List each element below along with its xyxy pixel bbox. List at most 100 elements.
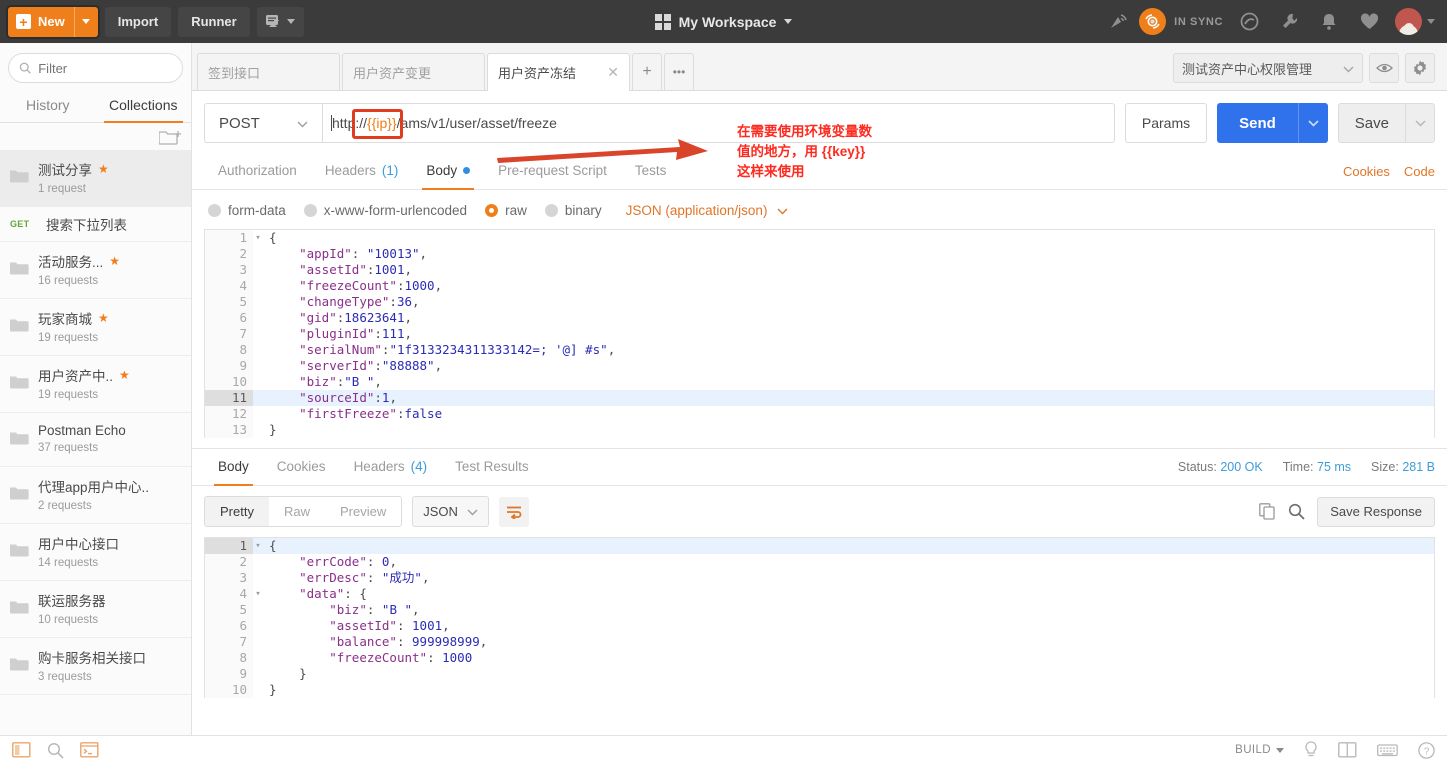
filter-input[interactable]	[38, 60, 172, 76]
response-body-line[interactable]: 9 }	[205, 666, 1434, 682]
request-body-editor[interactable]: 1 ▾{2 "appId": "10013", 3 "assetId":1001, 4…	[204, 229, 1435, 438]
body-type-raw[interactable]: raw	[485, 203, 527, 218]
fold-toggle-icon[interactable]: ▾	[253, 586, 263, 602]
copy-button[interactable]	[1259, 503, 1276, 520]
response-tab-test-results[interactable]: Test Results	[441, 449, 543, 485]
help-button[interactable]: ?	[1418, 741, 1435, 759]
method-selector[interactable]: POST	[204, 103, 322, 143]
workspace-selector[interactable]: My Workspace	[599, 13, 849, 30]
response-body-line[interactable]: 5 "biz": "B ",	[205, 602, 1434, 618]
interceptor-icon[interactable]	[1229, 0, 1269, 43]
request-body-line[interactable]: 10 "biz":"B ",	[205, 374, 1434, 390]
sidebar-toggle-button[interactable]	[12, 742, 31, 758]
new-window-button[interactable]: +	[256, 6, 304, 37]
response-tab-headers[interactable]: Headers (4)	[340, 449, 442, 485]
new-folder-icon[interactable]	[159, 129, 181, 146]
request-body-line[interactable]: 7 "pluginId":111,	[205, 326, 1434, 342]
request-body-line[interactable]: 3 "assetId":1001,	[205, 262, 1434, 278]
response-body-line[interactable]: 8 "freezeCount": 1000	[205, 650, 1434, 666]
word-wrap-button[interactable]	[498, 496, 529, 527]
collection-request-item[interactable]: GET 搜索下拉列表	[0, 207, 191, 242]
request-body-line[interactable]: 4 "freezeCount":1000,	[205, 278, 1434, 294]
params-button[interactable]: Params	[1124, 103, 1208, 143]
find-button[interactable]	[1288, 503, 1305, 520]
fold-toggle-icon[interactable]: ▾	[253, 230, 263, 246]
collection-item[interactable]: 代理app用户中心.. 2 requests	[0, 467, 191, 524]
tab-headers[interactable]: Headers (1)	[311, 153, 413, 189]
environment-settings-button[interactable]	[1405, 53, 1435, 83]
import-button[interactable]: Import	[104, 6, 172, 37]
filter-box[interactable]	[8, 53, 183, 83]
build-mode-selector[interactable]: BUILD	[1235, 744, 1284, 756]
request-body-line[interactable]: 12 "firstFreeze":false	[205, 406, 1434, 422]
sidebar-tab-history[interactable]: History	[0, 91, 96, 122]
environment-quick-look-button[interactable]	[1369, 53, 1399, 83]
response-body-line[interactable]: 2 "errCode": 0,	[205, 554, 1434, 570]
collection-item[interactable]: 用户资产中.. ★ 19 requests	[0, 356, 191, 413]
collection-item[interactable]: 测试分享 ★ 1 request	[0, 150, 191, 207]
response-body-line[interactable]: 7 "balance": 999998999,	[205, 634, 1434, 650]
user-menu[interactable]	[1395, 8, 1435, 35]
sync-status[interactable]: IN SYNC	[1139, 0, 1229, 43]
sidebar-tab-collections[interactable]: Collections	[96, 91, 192, 123]
cookies-link[interactable]: Cookies	[1343, 164, 1390, 179]
code-link[interactable]: Code	[1404, 164, 1435, 179]
response-body-line[interactable]: 6 "assetId": 1001,	[205, 618, 1434, 634]
wrench-icon[interactable]	[1269, 0, 1309, 43]
tab-tests[interactable]: Tests	[621, 153, 681, 189]
request-body-line[interactable]: 9 "serverId":"88888",	[205, 358, 1434, 374]
collection-item[interactable]: Postman Echo 37 requests	[0, 413, 191, 467]
console-button[interactable]	[80, 742, 99, 758]
collection-item[interactable]: 购卡服务相关接口 3 requests	[0, 638, 191, 695]
request-body-line[interactable]: 2 "appId": "10013",	[205, 246, 1434, 262]
fold-toggle-icon[interactable]: ▾	[253, 538, 263, 554]
response-tab-body[interactable]: Body	[204, 449, 263, 486]
send-button[interactable]: Send	[1217, 103, 1298, 143]
send-options-button[interactable]	[1297, 103, 1328, 143]
collection-item[interactable]: 联运服务器 10 requests	[0, 581, 191, 638]
layout-toggle-button[interactable]	[1338, 742, 1357, 758]
save-button[interactable]: Save	[1337, 103, 1405, 143]
content-type-selector[interactable]: JSON (application/json)	[626, 203, 789, 218]
view-mode-raw[interactable]: Raw	[268, 497, 325, 526]
tab-authorization[interactable]: Authorization	[204, 153, 311, 189]
body-type-urlencoded[interactable]: x-www-form-urlencoded	[303, 203, 467, 218]
tab-pre-request-script[interactable]: Pre-request Script	[484, 153, 621, 189]
response-format-selector[interactable]: JSON	[412, 496, 489, 527]
body-type-form-data[interactable]: form-data	[208, 203, 286, 218]
request-tab-2[interactable]: 用户资产冻结 ✕	[487, 53, 630, 91]
response-body-line[interactable]: 4 ▾ "data": {	[205, 586, 1434, 602]
new-button[interactable]: + New	[8, 6, 98, 37]
new-dropdown-caret[interactable]	[73, 6, 98, 37]
add-tab-button[interactable]: +	[632, 53, 662, 90]
environment-selector[interactable]: 测试资产中心权限管理	[1173, 53, 1363, 83]
request-tab-0[interactable]: 签到接口	[197, 53, 340, 90]
request-tab-1[interactable]: 用户资产变更	[342, 53, 485, 90]
bell-icon[interactable]	[1309, 0, 1349, 43]
bulb-button[interactable]	[1304, 741, 1318, 759]
request-body-line[interactable]: 11 "sourceId":1,	[205, 390, 1434, 406]
collection-item[interactable]: 玩家商城 ★ 19 requests	[0, 299, 191, 356]
response-body-line[interactable]: 1 ▾{	[205, 538, 1434, 554]
request-body-line[interactable]: 1 ▾{	[205, 230, 1434, 246]
save-options-button[interactable]	[1405, 103, 1435, 143]
request-body-line[interactable]: 5 "changeType":36,	[205, 294, 1434, 310]
response-body-line[interactable]: 10}	[205, 682, 1434, 698]
runner-button[interactable]: Runner	[178, 6, 250, 37]
url-input[interactable]: http://{{ip}}/ams/v1/user/asset/freeze	[322, 103, 1115, 143]
response-body-line[interactable]: 3 "errDesc": "成功",	[205, 570, 1434, 586]
request-body-line[interactable]: 13}	[205, 422, 1434, 438]
body-type-binary[interactable]: binary	[544, 203, 602, 218]
tab-options-button[interactable]: •••	[664, 53, 694, 90]
find-button[interactable]	[47, 742, 64, 759]
response-tab-cookies[interactable]: Cookies	[263, 449, 340, 485]
view-mode-pretty[interactable]: Pretty	[205, 497, 269, 526]
collection-item[interactable]: 用户中心接口 14 requests	[0, 524, 191, 581]
broadcast-icon[interactable]	[1099, 0, 1139, 43]
view-mode-preview[interactable]: Preview	[324, 497, 402, 526]
tab-body[interactable]: Body	[412, 153, 484, 190]
request-body-line[interactable]: 8 "serialNum":"1f3133234311333142=; '@] …	[205, 342, 1434, 358]
close-icon[interactable]: ✕	[607, 64, 619, 81]
collection-item[interactable]: 活动服务... ★ 16 requests	[0, 242, 191, 299]
heart-icon[interactable]	[1349, 0, 1389, 43]
